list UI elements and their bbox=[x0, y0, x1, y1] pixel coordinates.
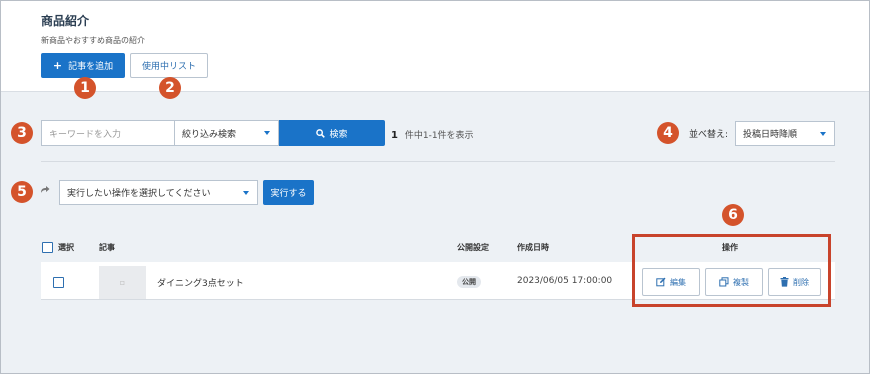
divider bbox=[41, 161, 835, 162]
callout-badge-3: 3 bbox=[11, 122, 33, 144]
highlight-box bbox=[632, 234, 831, 307]
sort-label: 並べ替え: bbox=[689, 130, 729, 140]
add-article-button[interactable]: + 記事を追加 bbox=[41, 53, 125, 78]
image-placeholder-icon: ▫ bbox=[119, 278, 126, 287]
page-subtitle: 新商品やおすすめ商品の紹介 bbox=[41, 36, 145, 45]
callout-badge-5: 5 bbox=[11, 181, 33, 203]
column-header-article: 記事 bbox=[99, 243, 115, 252]
column-header-created: 作成日時 bbox=[517, 243, 549, 252]
callout-badge-2: 2 bbox=[159, 77, 181, 99]
callout-badge-1: 1 bbox=[74, 77, 96, 99]
filter-select[interactable]: 絞り込み検索 bbox=[174, 120, 279, 146]
page-header: 商品紹介 新商品やおすすめ商品の紹介 bbox=[1, 1, 869, 92]
select-all-checkbox[interactable] bbox=[42, 242, 53, 253]
bulk-action-select[interactable]: 実行したい操作を選択してください bbox=[59, 180, 258, 205]
chevron-down-icon bbox=[243, 190, 249, 195]
callout-badge-6: 6 bbox=[722, 204, 744, 226]
execute-button-label: 実行する bbox=[270, 189, 307, 199]
result-count: 1 件中1-1件を表示 bbox=[391, 128, 474, 141]
search-button[interactable]: 検索 bbox=[279, 120, 385, 146]
callout-badge-4: 4 bbox=[657, 122, 679, 144]
article-title[interactable]: ダイニング3点セット bbox=[157, 276, 244, 289]
column-header-select: 選択 bbox=[58, 243, 74, 252]
article-thumbnail: ▫ bbox=[99, 266, 146, 299]
bulk-action-select-value: 実行したい操作を選択してください bbox=[67, 189, 211, 199]
result-count-number: 1 bbox=[391, 130, 398, 141]
chevron-down-icon bbox=[264, 131, 270, 135]
sort-select[interactable]: 投稿日時降順 bbox=[735, 121, 835, 146]
in-use-list-button[interactable]: 使用中リスト bbox=[130, 53, 208, 78]
filter-select-label: 絞り込み検索 bbox=[182, 129, 237, 140]
column-header-publish: 公開設定 bbox=[457, 243, 489, 252]
created-datetime: 2023/06/05 17:00:00 bbox=[517, 276, 613, 286]
in-use-list-label: 使用中リスト bbox=[141, 62, 196, 72]
add-article-label: 記事を追加 bbox=[68, 62, 114, 72]
status-badge: 公開 bbox=[457, 276, 481, 288]
execute-button[interactable]: 実行する bbox=[263, 180, 314, 205]
search-button-label: 検索 bbox=[329, 129, 348, 140]
share-arrow-icon bbox=[41, 186, 50, 193]
search-input[interactable]: キーワードを入力 bbox=[41, 120, 174, 146]
search-icon bbox=[316, 128, 326, 138]
plus-icon: + bbox=[52, 59, 63, 72]
result-count-text: 件中1-1件を表示 bbox=[404, 131, 474, 141]
row-checkbox[interactable] bbox=[53, 277, 64, 288]
search-placeholder: キーワードを入力 bbox=[49, 129, 122, 140]
page-title: 商品紹介 bbox=[41, 14, 90, 28]
sort-select-value: 投稿日時降順 bbox=[743, 130, 798, 140]
chevron-down-icon bbox=[820, 131, 826, 136]
